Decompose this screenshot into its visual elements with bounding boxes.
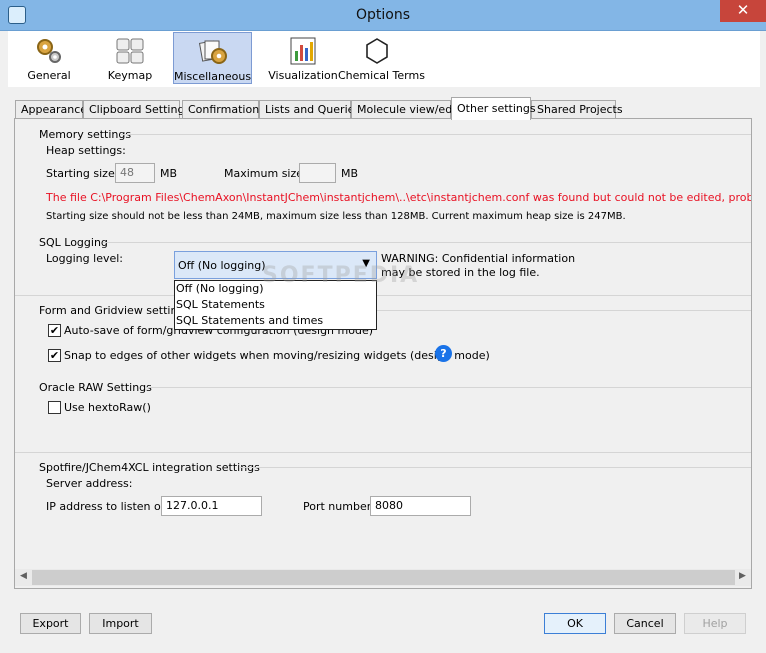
- divider: [239, 467, 751, 468]
- help-icon[interactable]: ?: [435, 345, 452, 362]
- starting-size-input[interactable]: 48: [115, 163, 155, 183]
- spotfire-title: Spotfire/JChem4XCL integration settings: [39, 461, 260, 474]
- horizontal-scrollbar[interactable]: ◀ ▶: [15, 569, 751, 586]
- logging-level-value: Off (No logging): [178, 259, 266, 272]
- hextoraw-label: Use hextoRaw(): [64, 401, 151, 414]
- scrollbar-thumb[interactable]: [32, 570, 735, 585]
- export-button[interactable]: Export: [20, 613, 81, 634]
- tab-confirmations[interactable]: Confirmations: [182, 100, 265, 119]
- category-label: Visualization: [268, 69, 338, 82]
- memory-settings-title: Memory settings: [39, 128, 132, 141]
- maximum-size-label: Maximum size:: [224, 167, 307, 180]
- other-settings-panel: Memory settings Heap settings: Starting …: [14, 118, 752, 589]
- tab-lists-and-queries[interactable]: Lists and Queries: [259, 100, 360, 119]
- oracle-raw-title: Oracle RAW Settings: [39, 381, 152, 394]
- mb-unit-label: MB: [160, 167, 178, 180]
- category-general[interactable]: General: [22, 32, 76, 84]
- category-miscellaneous[interactable]: Miscellaneous: [173, 32, 252, 84]
- form-gridview-title: Form and Gridview settings: [39, 304, 191, 317]
- category-label: Miscellaneous: [174, 70, 252, 83]
- heap-settings-label: Heap settings:: [46, 144, 126, 157]
- scroll-right-icon[interactable]: ▶: [734, 571, 751, 581]
- tab-shared-projects[interactable]: Shared Projects: [531, 100, 623, 119]
- divider: [15, 295, 751, 296]
- hextoraw-checkbox[interactable]: [48, 401, 61, 414]
- starting-size-label: Starting size:: [46, 167, 119, 180]
- server-address-label: Server address:: [46, 477, 133, 490]
- heap-size-note: Starting size should not be less than 24…: [46, 211, 626, 222]
- scroll-left-icon[interactable]: ◀: [15, 571, 32, 581]
- port-number-label: Port number:: [303, 500, 375, 513]
- title-bar: Options ✕: [0, 0, 766, 31]
- mb-unit-label: MB: [341, 167, 359, 180]
- divider: [103, 242, 751, 243]
- autosave-checkbox[interactable]: ✔: [48, 324, 61, 337]
- tab-molecule-view-edit[interactable]: Molecule view/edit: [351, 100, 460, 119]
- dropdown-option-sql-statements[interactable]: SQL Statements: [175, 297, 376, 313]
- snap-label: Snap to edges of other widgets when movi…: [64, 349, 490, 362]
- divider: [145, 387, 751, 388]
- dropdown-option-sql-statements-times[interactable]: SQL Statements and times: [175, 313, 376, 329]
- hexagon-icon: [366, 38, 388, 64]
- ip-address-input[interactable]: 127.0.0.1: [161, 496, 262, 516]
- close-button[interactable]: ✕: [720, 0, 766, 22]
- divider: [15, 452, 751, 453]
- keyboard-icon: [116, 38, 144, 64]
- category-label: General: [27, 69, 71, 82]
- port-number-input[interactable]: 8080: [370, 496, 471, 516]
- ip-address-label: IP address to listen on:: [46, 500, 172, 513]
- logging-level-label: Logging level:: [46, 252, 123, 265]
- category-toolbar: General Keymap Miscellaneous Visualizati…: [8, 31, 760, 87]
- softpedia-watermark: SOFTPEDIA: [262, 263, 420, 288]
- divider: [121, 134, 751, 135]
- category-keymap[interactable]: Keymap: [104, 32, 156, 84]
- gears-icon: [37, 39, 61, 63]
- tab-other-settings[interactable]: Other settings: [451, 97, 536, 120]
- category-label: Chemical Terms: [338, 69, 425, 82]
- chart-icon: [290, 37, 316, 65]
- window-title: Options: [355, 7, 411, 23]
- maximum-size-input[interactable]: [299, 163, 336, 183]
- category-label: Keymap: [107, 69, 153, 82]
- ok-button[interactable]: OK: [544, 613, 606, 634]
- import-button[interactable]: Import: [89, 613, 152, 634]
- sql-logging-title: SQL Logging: [39, 236, 108, 249]
- tab-clipboard-settings[interactable]: Clipboard Settings: [83, 100, 190, 119]
- category-chemical-terms[interactable]: Chemical Terms: [338, 32, 425, 84]
- category-visualization[interactable]: Visualization: [262, 32, 344, 84]
- config-error-message: The file C:\Program Files\ChemAxon\Insta…: [46, 191, 751, 204]
- cancel-button[interactable]: Cancel: [614, 613, 676, 634]
- tab-appearance[interactable]: Appearance: [15, 100, 87, 119]
- help-button[interactable]: Help: [684, 613, 746, 634]
- snap-checkbox[interactable]: ✔: [48, 349, 61, 362]
- misc-gear-icon: [198, 40, 227, 64]
